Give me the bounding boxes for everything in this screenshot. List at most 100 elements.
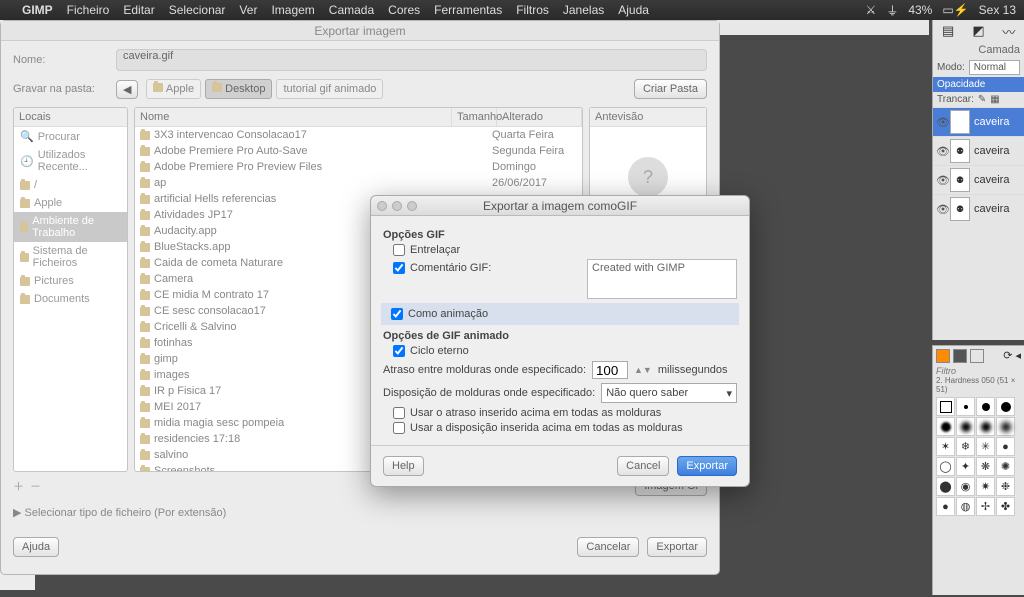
layer-row[interactable]: 👁⚉caveira <box>933 165 1024 194</box>
eye-icon[interactable]: 👁 <box>936 174 946 187</box>
menu-ver[interactable]: Ver <box>239 3 257 17</box>
use-dispose-checkbox[interactable]: Usar a disposição inserida acima em toda… <box>393 422 737 434</box>
new-folder-button[interactable]: Criar Pasta <box>634 79 707 99</box>
menu-filtros[interactable]: Filtros <box>516 3 549 17</box>
filetype-expander[interactable]: ▶ Selecionar tipo de ficheiro (Por exten… <box>13 506 707 519</box>
place-root[interactable]: / <box>14 176 127 194</box>
menu-editar[interactable]: Editar <box>123 3 154 17</box>
lock-pixels-icon[interactable]: ✎ <box>978 94 986 105</box>
menu-janelas[interactable]: Janelas <box>563 3 604 17</box>
window-controls[interactable] <box>377 201 417 211</box>
eye-icon[interactable]: 👁 <box>936 116 946 129</box>
wifi-icon[interactable]: ⏚ <box>886 2 898 19</box>
col-size[interactable]: Tamanho <box>452 108 497 126</box>
place-pictures[interactable]: Pictures <box>14 272 127 290</box>
file-row[interactable]: Adobe Premiere Pro Preview FilesDomingo <box>135 159 582 175</box>
tab-channels-icon[interactable]: ◩ <box>963 20 993 42</box>
place-search[interactable]: 🔍 Procurar <box>14 127 127 146</box>
brush-item[interactable] <box>976 397 995 416</box>
brush-item[interactable]: ✺ <box>996 457 1015 476</box>
blend-mode-select[interactable]: Normal <box>969 60 1020 75</box>
refresh-icon[interactable]: ⟳ <box>1003 349 1012 363</box>
layer-row[interactable]: 👁⚉caveira <box>933 194 1024 223</box>
help-button[interactable]: Ajuda <box>13 537 59 557</box>
cancel-button[interactable]: Cancelar <box>577 537 639 557</box>
brush-item[interactable] <box>996 417 1015 436</box>
menu-ferramentas[interactable]: Ferramentas <box>434 3 502 17</box>
brush-item[interactable]: ◉ <box>956 477 975 496</box>
place-documents[interactable]: Documents <box>14 290 127 308</box>
clock: Sex 13 <box>979 3 1016 17</box>
menu-cores[interactable]: Cores <box>388 3 420 17</box>
comment-checkbox[interactable]: Comentário GIF: <box>393 262 491 274</box>
file-row[interactable]: Adobe Premiere Pro Auto-SaveSegunda Feir… <box>135 143 582 159</box>
tab-layers-icon[interactable]: ▤ <box>933 20 963 42</box>
layer-row[interactable]: 👁⚉caveira <box>933 107 1024 136</box>
as-animation-checkbox[interactable]: Como animação <box>391 308 739 320</box>
brush-grid: ✶ ❄ ✳ ● ◯ ✦ ❋ ✺ ⬤ ◉ ✷ ❉ ● ◍ ✢ ✤ <box>936 397 1021 516</box>
brush-item[interactable]: ✤ <box>996 497 1015 516</box>
brush-tab[interactable] <box>936 349 950 363</box>
menu-selecionar[interactable]: Selecionar <box>169 3 226 17</box>
gif-help-button[interactable]: Help <box>383 456 424 476</box>
export-button[interactable]: Exportar <box>647 537 707 557</box>
menu-ficheiro[interactable]: Ficheiro <box>67 3 110 17</box>
col-name[interactable]: Nome <box>135 108 452 126</box>
nav-back[interactable]: ◀ <box>116 80 138 99</box>
brush-item[interactable]: ● <box>996 437 1015 456</box>
place-filesystem[interactable]: Sistema de Ficheiros <box>14 242 127 272</box>
brush-item[interactable]: ❋ <box>976 457 995 476</box>
comment-textarea[interactable]: Created with GIMP <box>587 259 737 299</box>
remove-place[interactable]: － <box>30 478 41 494</box>
eye-icon[interactable]: 👁 <box>936 203 946 216</box>
brush-item[interactable]: ● <box>936 497 955 516</box>
brush-item[interactable]: ⬤ <box>936 477 955 496</box>
brush-item[interactable]: ✶ <box>936 437 955 456</box>
brush-item[interactable]: ❄ <box>956 437 975 456</box>
add-place[interactable]: ＋ <box>13 478 24 494</box>
file-row[interactable]: ap26/06/2017 <box>135 175 582 191</box>
interlace-checkbox[interactable]: Entrelaçar <box>393 244 737 256</box>
gif-export-button[interactable]: Exportar <box>677 456 737 476</box>
eye-icon[interactable]: 👁 <box>936 145 946 158</box>
crumb-apple[interactable]: Apple <box>146 79 201 99</box>
crumb-tutorial[interactable]: tutorial gif animado <box>276 79 383 99</box>
place-apple[interactable]: Apple <box>14 194 127 212</box>
dispose-select[interactable]: Não quero saber▾ <box>601 383 737 403</box>
delay-input[interactable] <box>592 361 628 379</box>
pattern-tab[interactable] <box>953 349 967 363</box>
brush-item[interactable]: ✳ <box>976 437 995 456</box>
brush-item[interactable] <box>936 417 955 436</box>
brush-item[interactable]: ✷ <box>976 477 995 496</box>
menu-ajuda[interactable]: Ajuda <box>618 3 649 17</box>
loop-checkbox[interactable]: Ciclo eterno <box>393 345 737 357</box>
place-desktop[interactable]: Ambiente de Trabalho <box>14 212 127 242</box>
brush-item[interactable]: ❉ <box>996 477 1015 496</box>
brush-item[interactable] <box>936 397 955 416</box>
crumb-desktop[interactable]: Desktop <box>205 79 272 99</box>
lock-alpha-icon[interactable]: ▦ <box>990 94 999 105</box>
filename-input[interactable]: caveira.gif <box>116 49 707 71</box>
bluetooth-icon[interactable]: ⚔ <box>866 3 877 17</box>
brush-item[interactable]: ✦ <box>956 457 975 476</box>
brush-item[interactable]: ✢ <box>976 497 995 516</box>
opacity-slider[interactable]: Opacidade <box>933 77 1024 92</box>
use-delay-checkbox[interactable]: Usar o atraso inserido acima em todas as… <box>393 407 737 419</box>
layer-row[interactable]: 👁⚉caveira <box>933 136 1024 165</box>
brush-item[interactable] <box>956 397 975 416</box>
brush-item[interactable]: ◯ <box>936 457 955 476</box>
file-row[interactable]: 3X3 intervencao Consolacao17Quarta Feira <box>135 127 582 143</box>
brush-item[interactable] <box>996 397 1015 416</box>
gradient-tab[interactable] <box>970 349 984 363</box>
brush-item[interactable] <box>956 417 975 436</box>
place-recent[interactable]: 🕘 Utilizados Recente... <box>14 146 127 176</box>
app-name[interactable]: GIMP <box>22 3 53 17</box>
brush-item[interactable] <box>976 417 995 436</box>
tab-paths-icon[interactable]: 〰 <box>994 20 1024 42</box>
gif-cancel-button[interactable]: Cancel <box>617 456 669 476</box>
menu-icon[interactable]: ◂ <box>1015 349 1021 363</box>
menu-imagem[interactable]: Imagem <box>271 3 314 17</box>
brush-item[interactable]: ◍ <box>956 497 975 516</box>
col-modified[interactable]: Alterado <box>497 108 582 126</box>
menu-camada[interactable]: Camada <box>329 3 374 17</box>
